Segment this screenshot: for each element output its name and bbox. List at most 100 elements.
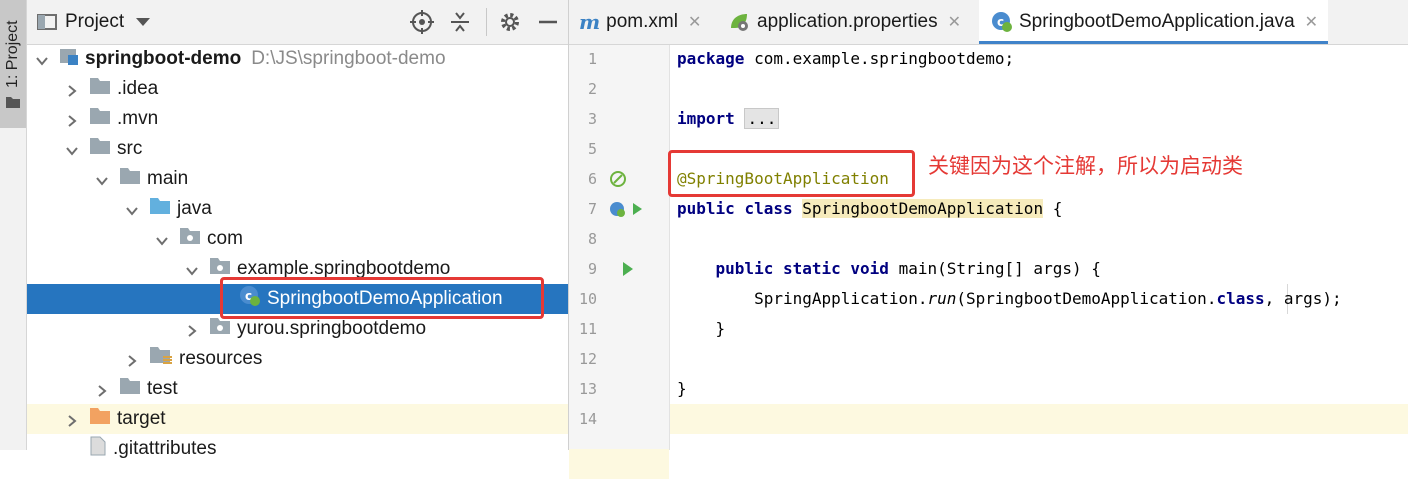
run-icon[interactable] [621, 261, 635, 282]
minimize-icon[interactable] [536, 10, 560, 34]
line-number: 8 [587, 230, 597, 248]
tree-item-resources[interactable]: resources [27, 344, 568, 374]
code-line[interactable]: public static void main(String[] args) { [677, 254, 1101, 284]
chevron-right-icon[interactable] [185, 322, 199, 337]
keyword: import [677, 109, 735, 128]
project-view-selector[interactable]: Project [37, 10, 151, 34]
chevron-right-icon[interactable] [95, 382, 109, 397]
tree-item-label: target [117, 408, 166, 429]
tree-item-com[interactable]: com [27, 224, 568, 254]
call-suffix: , args); [1264, 289, 1342, 308]
tree-item-label: .gitattributes [113, 438, 217, 459]
package-icon [179, 227, 201, 251]
tree-item-main[interactable]: main [27, 164, 568, 194]
close-icon[interactable]: ✕ [1305, 12, 1318, 32]
chevron-down-icon[interactable] [185, 262, 199, 276]
call-argument: (SpringbootDemoApplication. [956, 289, 1217, 308]
line-number: 3 [587, 110, 597, 128]
project-panel: Project springboot-demo D:\JS\springboot-… [27, 0, 569, 459]
code-line[interactable]: SpringApplication.run(SpringbootDemoAppl… [677, 284, 1342, 314]
chevron-right-icon[interactable] [65, 112, 79, 127]
chevron-right-icon[interactable] [125, 352, 139, 367]
tree-item-label: yurou.springbootdemo [237, 318, 427, 339]
chevron-down-icon[interactable] [65, 142, 79, 156]
tree-item-label: main [147, 168, 189, 189]
run-icon[interactable] [609, 200, 645, 223]
package-name: com.example.springbootdemo; [744, 49, 1015, 68]
collapse-icon[interactable] [448, 10, 472, 34]
target-icon[interactable] [410, 10, 434, 34]
tab-springbootdemoapplication-java[interactable]: c SpringbootDemoApplication.java ✕ [979, 0, 1329, 44]
folder-icon [89, 107, 111, 131]
keyword: public [715, 259, 774, 278]
folder-icon [89, 77, 111, 101]
current-line-gutter [569, 449, 669, 479]
code-line[interactable]: import ... [677, 104, 780, 134]
close-icon[interactable]: ✕ [688, 12, 701, 32]
editor-gutter: 1 2 3 5 6 7 8 9 10 11 12 13 14 [569, 45, 670, 479]
code-line[interactable]: package com.example.springbootdemo; [677, 44, 1014, 74]
editor: m pom.xml ✕ application.properties ✕ c S… [569, 0, 1408, 479]
folder-icon [89, 137, 111, 161]
annotation-note: 关键因为这个注解，所以为启动类 [928, 154, 1243, 178]
chevron-down-icon[interactable] [35, 52, 49, 66]
code-line[interactable]: } [677, 314, 726, 344]
brace: } [715, 319, 726, 338]
line-number: 6 [587, 170, 597, 188]
tree-item-idea[interactable]: .idea [27, 74, 568, 104]
tree-item-label: .mvn [117, 108, 159, 129]
line-number: 2 [587, 80, 597, 98]
code-line[interactable]: } [677, 374, 687, 404]
tab-label: application.properties [757, 11, 938, 32]
spring-bean-icon[interactable] [609, 170, 627, 193]
keyword: class [1216, 289, 1265, 308]
chevron-down-icon[interactable] [155, 232, 169, 246]
chevron-down-icon[interactable] [95, 172, 109, 186]
chevron-down-icon[interactable] [125, 202, 139, 216]
close-icon[interactable]: ✕ [948, 12, 961, 32]
spring-class-icon: c [992, 12, 1012, 32]
maven-icon: m [579, 10, 601, 34]
tree-item-mvn[interactable]: .mvn [27, 104, 568, 134]
spring-properties-icon [731, 14, 748, 31]
code-line[interactable]: public class SpringbootDemoApplication { [677, 194, 1062, 224]
tree-item-label: src [117, 138, 143, 159]
line-number: 9 [587, 260, 597, 278]
project-tool-tab[interactable]: 1: Project [0, 0, 26, 128]
tree-item-test[interactable]: test [27, 374, 568, 404]
line-number: 10 [578, 290, 597, 308]
tree-item-src[interactable]: src [27, 134, 568, 164]
tool-window-strip: 1: Project [0, 0, 27, 450]
line-number: 1 [587, 50, 597, 68]
tree-item-java[interactable]: java [27, 194, 568, 224]
tree-item-springboot-demo[interactable]: springboot-demo D:\JS\springboot-demo [27, 44, 568, 74]
tree-item-label: springboot-demo [85, 48, 242, 69]
keyword: public [677, 199, 735, 218]
line-number: 5 [587, 140, 597, 158]
tab-pom-xml[interactable]: m pom.xml ✕ [579, 0, 701, 44]
project-tool-tab-label: 1: Project [4, 20, 21, 88]
chevron-right-icon[interactable] [65, 412, 79, 427]
chevron-down-icon[interactable] [136, 18, 151, 26]
tree-item-gitattributes[interactable]: .gitattributes [27, 434, 568, 464]
folder-icon [119, 377, 141, 401]
brace: { [1043, 199, 1063, 218]
call-target: SpringApplication. [754, 289, 928, 308]
tree-item-label: java [177, 198, 212, 219]
class-name: SpringbootDemoApplication [802, 199, 1044, 218]
keyword: package [677, 49, 745, 68]
header-divider [486, 8, 487, 36]
brace: } [677, 379, 687, 398]
source-folder-icon [149, 197, 171, 221]
gear-icon[interactable] [498, 10, 522, 34]
chevron-right-icon[interactable] [65, 82, 79, 97]
file-icon [89, 436, 107, 462]
tree-item-target[interactable]: target [27, 404, 568, 434]
current-line-highlight [670, 404, 1408, 434]
tab-application-properties[interactable]: application.properties ✕ [729, 0, 961, 44]
excluded-folder-icon [89, 407, 111, 431]
line-number: 12 [578, 350, 597, 368]
folder-icon [119, 167, 141, 191]
keyword: void [850, 259, 889, 278]
tree-item-label: test [147, 378, 178, 399]
